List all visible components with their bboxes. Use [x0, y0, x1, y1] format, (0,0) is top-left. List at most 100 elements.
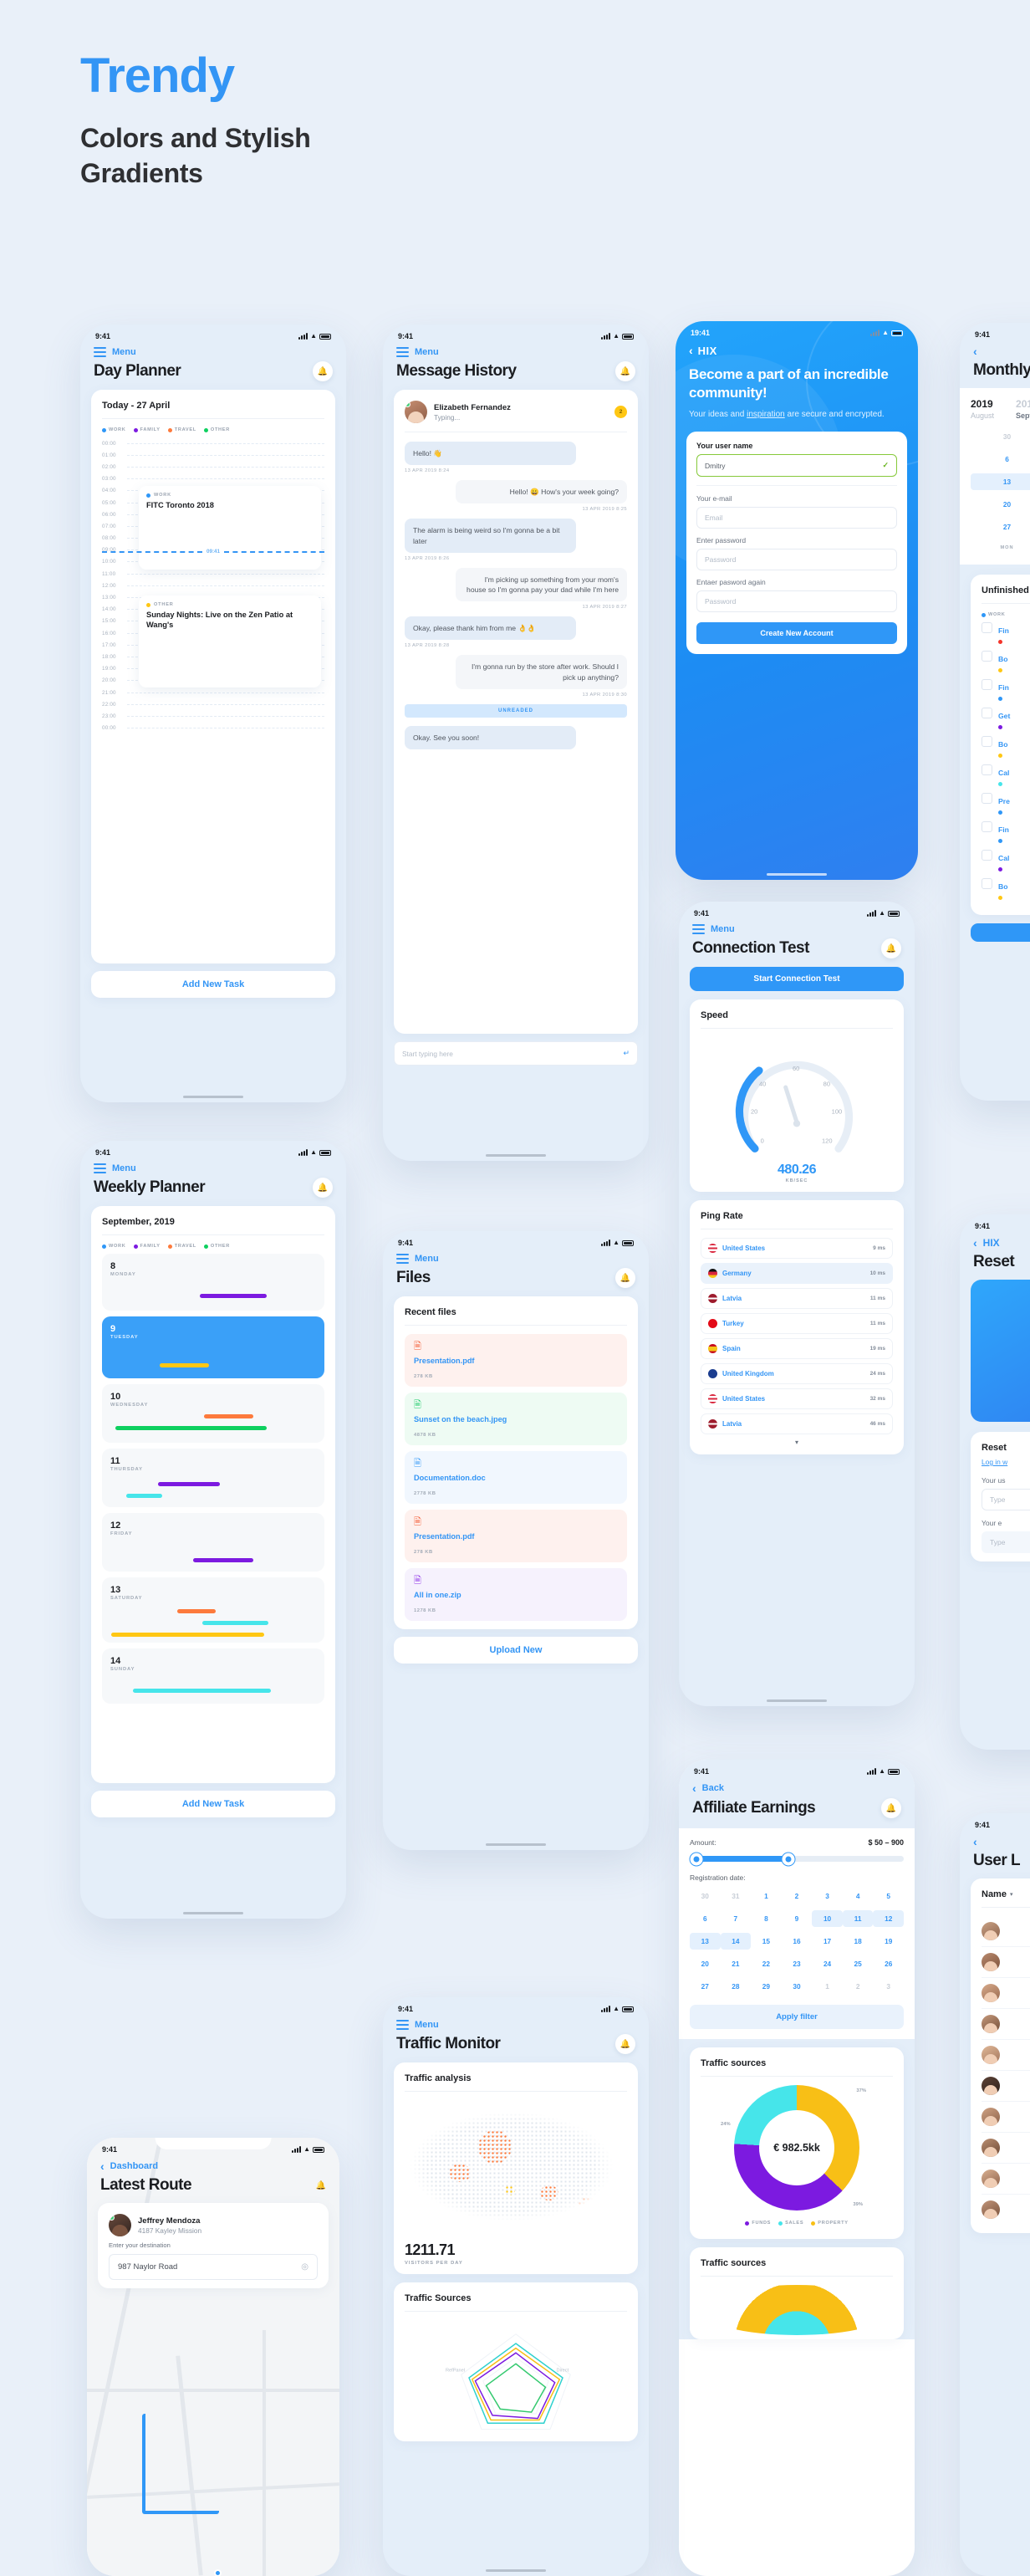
calendar-day[interactable]: 16 [782, 1933, 813, 1950]
calendar-day[interactable]: 13 [690, 1933, 721, 1950]
calendar-day[interactable]: 18 [843, 1933, 874, 1950]
calendar-day[interactable]: 9 [782, 1910, 813, 1927]
start-connection-test-button[interactable]: Start Connection Test [690, 967, 904, 991]
checkbox[interactable] [982, 764, 992, 775]
event-card[interactable]: WORK FITC Toronto 2018 [139, 486, 321, 570]
user-row[interactable] [982, 1947, 1030, 1978]
back-nav-row[interactable]: ‹ [960, 1831, 1030, 1848]
brand-row[interactable]: ‹ HIX [676, 339, 918, 365]
add-new-task-button[interactable]: Add New Task [91, 1791, 335, 1817]
day-card[interactable]: 14 SUNDAY [102, 1648, 324, 1704]
target-icon[interactable]: ◎ [301, 2262, 308, 2272]
user-row[interactable] [982, 1916, 1030, 1947]
username-field[interactable]: Type [982, 1489, 1030, 1510]
calendar-day[interactable]: 28 [721, 1978, 752, 1995]
menu-label[interactable]: Menu [415, 347, 439, 357]
email-field[interactable]: Type [982, 1531, 1030, 1553]
back-nav-row[interactable]: ‹ Dashboard [87, 2155, 339, 2172]
checkbox[interactable] [982, 878, 992, 889]
checkbox[interactable] [982, 679, 992, 690]
todo-item[interactable]: Bo [982, 878, 1030, 900]
checkbox[interactable] [982, 793, 992, 804]
calendar-day[interactable]: 26 [873, 1955, 904, 1972]
ping-row[interactable]: Spain 19 ms [701, 1338, 893, 1359]
calendar-day[interactable]: 10 [812, 1910, 843, 1927]
hamburger-menu-icon[interactable] [94, 347, 106, 357]
user-row[interactable] [982, 2071, 1030, 2102]
day-card[interactable]: 13 SATURDAY [102, 1577, 324, 1643]
back-chevron-icon[interactable]: ‹ [973, 345, 977, 357]
calendar-day[interactable]: 1 [812, 1978, 843, 1995]
calendar-day[interactable]: 27 [971, 519, 1030, 535]
send-icon[interactable]: ↵ [623, 1049, 630, 1058]
calendar-day[interactable]: 7 [721, 1910, 752, 1927]
add-new-task-button[interactable]: Add New Task [91, 971, 335, 998]
calendar-day[interactable]: 25 [843, 1955, 874, 1972]
back-chevron-icon[interactable]: ‹ [973, 1836, 977, 1848]
calendar-day[interactable]: 15 [751, 1933, 782, 1950]
todo-item[interactable]: Fin [982, 622, 1030, 644]
calendar-day[interactable]: 6 [971, 451, 1030, 468]
create-account-button[interactable]: Create New Account [696, 622, 897, 644]
composer-wrap[interactable]: Start typing here ↵ [394, 1041, 638, 1066]
todo-item[interactable]: Cal [982, 764, 1030, 786]
menu-label[interactable]: Menu [112, 347, 136, 357]
user-row[interactable] [982, 2133, 1030, 2164]
calendar-day[interactable]: 14 [720, 1933, 752, 1950]
month-switcher[interactable]: 2019 August 2019 September 30 31 6 7 13 … [960, 388, 1030, 565]
user-row[interactable] [982, 2040, 1030, 2071]
nav-menu-row[interactable]: Menu [80, 342, 346, 357]
calendar-day[interactable]: 2 [782, 1888, 813, 1904]
bell-icon[interactable]: 🔔 [615, 361, 635, 381]
checkbox[interactable] [982, 850, 992, 861]
day-card[interactable]: 9 TUESDAY [102, 1316, 324, 1378]
calendar-day[interactable]: 8 [751, 1910, 782, 1927]
calendar-day[interactable]: 5 [873, 1888, 904, 1904]
checkbox[interactable] [982, 708, 992, 718]
bell-icon[interactable]: 🔔 [881, 938, 901, 958]
nav-menu-row[interactable]: Menu [80, 1158, 346, 1173]
file-item[interactable]: 🗎 Presentation.pdf 278 KB [405, 1510, 627, 1562]
todo-item[interactable]: Bo [982, 736, 1030, 758]
calendar-day[interactable]: 6 [690, 1910, 721, 1927]
nav-menu-row[interactable]: Menu [383, 342, 649, 357]
calendar-day[interactable]: 23 [782, 1955, 813, 1972]
bell-icon[interactable]: 🔔 [615, 2034, 635, 2054]
password-confirm-field[interactable]: Password [696, 590, 897, 612]
back-nav-row[interactable]: ‹ [960, 340, 1030, 357]
hamburger-menu-icon[interactable] [692, 924, 705, 934]
back-nav-row[interactable]: ‹ Back [679, 1777, 915, 1794]
checkbox[interactable] [982, 821, 992, 832]
calendar-day[interactable]: 13 [971, 473, 1030, 490]
hamburger-menu-icon[interactable] [396, 2020, 409, 2030]
bell-icon[interactable]: 🔔 [313, 361, 333, 381]
checkbox[interactable] [982, 651, 992, 662]
user-row[interactable] [982, 2164, 1030, 2195]
calendar-day[interactable]: 31 [721, 1888, 752, 1904]
calendar-day[interactable]: 17 [812, 1933, 843, 1950]
user-row[interactable] [982, 2195, 1030, 2225]
slider-knob-max[interactable] [782, 1853, 795, 1865]
checkbox[interactable] [982, 736, 992, 747]
menu-label[interactable]: Menu [112, 1163, 136, 1173]
nav-menu-row[interactable]: Menu [383, 2015, 649, 2030]
calendar-day[interactable]: 27 [690, 1978, 721, 1995]
back-chevron-icon[interactable]: ‹ [100, 2160, 105, 2172]
ping-row[interactable]: Latvia 46 ms [701, 1413, 893, 1434]
back-chevron-icon[interactable]: ‹ [692, 1782, 696, 1794]
login-link[interactable]: Log in w [982, 1458, 1030, 1466]
apply-filter-button[interactable]: Apply filter [690, 2005, 904, 2029]
ping-row[interactable]: Germany 10 ms [701, 1263, 893, 1284]
file-item[interactable]: 🗎 Presentation.pdf 278 KB [405, 1334, 627, 1387]
message-input[interactable]: Start typing here [402, 1050, 453, 1058]
primary-action-button[interactable] [971, 923, 1030, 942]
calendar-day[interactable]: 1 [751, 1888, 782, 1904]
calendar-day[interactable]: 30 [971, 428, 1030, 445]
checkbox[interactable] [982, 622, 992, 633]
back-chevron-icon[interactable]: ‹ [973, 1237, 977, 1249]
chat-contact-header[interactable]: Elizabeth Fernandez Typing... 2 [405, 401, 627, 432]
calendar-day[interactable]: 20 [690, 1955, 721, 1972]
ping-row[interactable]: Turkey 11 ms [701, 1313, 893, 1334]
calendar-day[interactable]: 24 [812, 1955, 843, 1972]
inspiration-link[interactable]: inspiration [747, 410, 785, 419]
